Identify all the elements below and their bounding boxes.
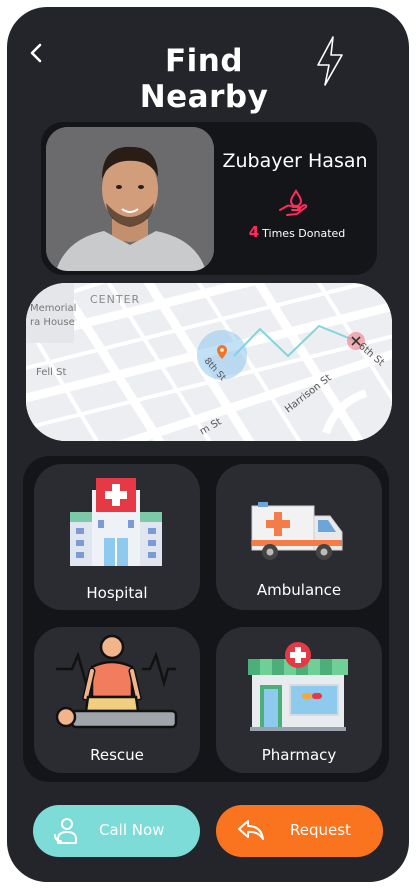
map-canvas[interactable]: Memorial ra House CENTER Fell St 8th St …	[26, 283, 392, 441]
request-button[interactable]: Request	[216, 805, 383, 857]
pharmacy-label: Pharmacy	[261, 746, 337, 764]
map-label-center: CENTER	[90, 293, 140, 306]
back-arrow-icon[interactable]	[25, 41, 49, 65]
ambulance-label: Ambulance	[256, 581, 342, 599]
hospital-label: Hospital	[86, 584, 148, 602]
hospital-icon	[70, 478, 162, 566]
rescue-label: Rescue	[90, 746, 144, 764]
profile-card: Zubayer Hasan 4 Times Donated	[41, 122, 377, 275]
map-label-memorial: Memorial	[30, 303, 76, 314]
pharmacy-card[interactable]: Pharmacy	[216, 627, 382, 773]
donation-count: 4	[248, 223, 260, 241]
app-screen: Find Nearby Zubayer Hasan 4 Times Donate…	[7, 7, 409, 882]
page-title: Find Nearby	[139, 43, 269, 115]
donation-summary: 4 Times Donated	[217, 223, 377, 241]
request-label: Request	[290, 821, 351, 839]
reply-arrow-icon	[238, 820, 264, 840]
pharmacy-icon	[248, 642, 348, 731]
ambulance-card[interactable]: Ambulance	[216, 464, 382, 610]
hospital-card[interactable]: Hospital	[34, 464, 200, 610]
profile-photo	[46, 127, 214, 271]
call-now-button[interactable]: Call Now	[33, 805, 200, 857]
rescue-icon	[55, 634, 178, 729]
map-label-opera: ra House	[30, 317, 75, 328]
services-panel: Hospital Ambulance Rescue Pharmacy	[23, 456, 389, 782]
call-now-label: Call Now	[99, 821, 165, 839]
lightning-icon	[317, 36, 343, 86]
rescue-card[interactable]: Rescue	[34, 627, 200, 773]
call-user-icon	[54, 818, 77, 844]
blood-donation-icon	[279, 189, 308, 216]
donor-name: Zubayer Hasan	[222, 150, 368, 172]
ambulance-icon	[251, 502, 343, 560]
donation-label: Times Donated	[262, 227, 346, 240]
map-label-fell: Fell St	[36, 367, 66, 378]
nearby-map[interactable]: Memorial ra House CENTER Fell St 8th St …	[26, 283, 392, 441]
